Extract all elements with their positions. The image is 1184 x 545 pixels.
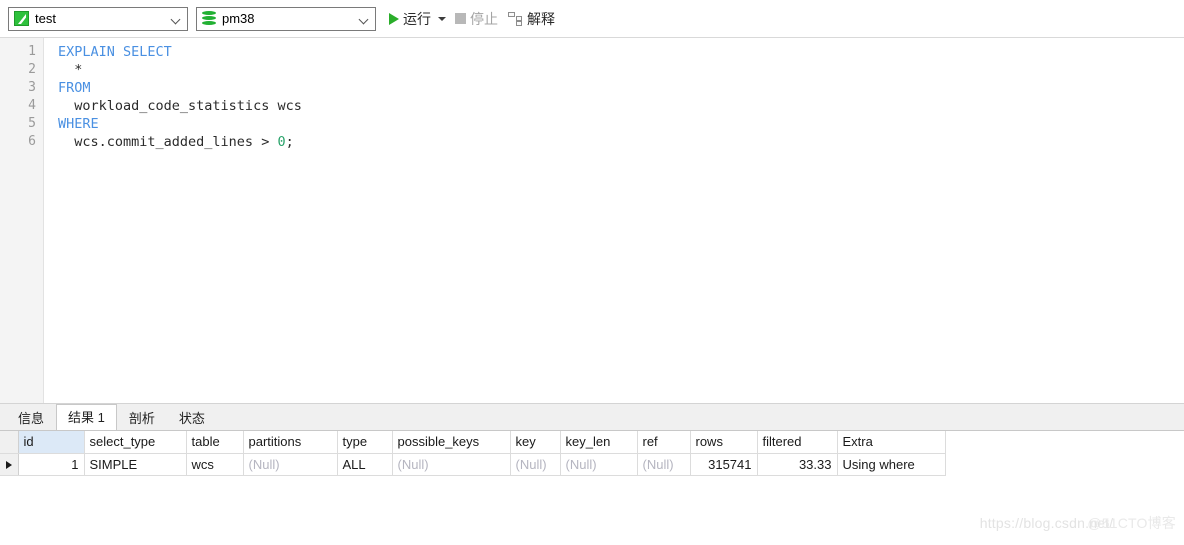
play-arrow-icon [5, 461, 12, 470]
stop-button-label: 停止 [470, 10, 498, 27]
column-header-rows[interactable]: rows [690, 431, 758, 454]
watermark: https://blog.csdn.net/@51CTO博客 [980, 513, 1176, 533]
schema-select-value: test [35, 11, 56, 26]
column-header-key[interactable]: key [510, 431, 561, 454]
tab-active[interactable]: 结果 1 [56, 404, 117, 430]
code-line: wcs.commit_added_lines > 0; [58, 133, 1184, 151]
cell-key_len[interactable]: (Null) [560, 453, 638, 476]
column-header-table[interactable]: table [186, 431, 244, 454]
column-header-partitions[interactable]: partitions [243, 431, 338, 454]
run-button[interactable]: 运行 [384, 7, 436, 31]
explain-icon [508, 11, 523, 26]
line-number: 5 [28, 116, 36, 131]
column-header-Extra[interactable]: Extra [837, 431, 946, 454]
column-header-ref[interactable]: ref [637, 431, 691, 454]
database-select[interactable]: pm38 [196, 6, 376, 31]
cell-type[interactable]: ALL [337, 453, 393, 476]
cell-id[interactable]: 1 [18, 453, 85, 476]
column-header-filtered[interactable]: filtered [757, 431, 838, 454]
stop-icon [455, 13, 466, 24]
cell-possible_keys[interactable]: (Null) [392, 453, 511, 476]
cell-ref[interactable]: (Null) [637, 453, 691, 476]
column-header-select_type[interactable]: select_type [84, 431, 187, 454]
line-number-gutter: 1 2 3 4 5 6 [0, 38, 44, 403]
cell-select_type[interactable]: SIMPLE [84, 453, 187, 476]
line-number: 3 [28, 80, 36, 95]
line-number: 6 [28, 134, 36, 149]
result-grid[interactable]: id select_type table partitions type possible… [0, 430, 1184, 476]
column-header-id[interactable]: id [18, 431, 85, 454]
code-line: FROM [58, 79, 1184, 97]
run-dropdown-arrow-icon[interactable] [438, 16, 446, 21]
line-number: 2 [28, 62, 36, 77]
toolbar: test pm38 运行 停止 解释 [0, 0, 1184, 38]
code-line: * [58, 61, 1184, 79]
code-token: WHERE [58, 116, 99, 132]
database-icon [202, 11, 216, 26]
cell-filtered[interactable]: 33.33 [757, 453, 838, 476]
run-button-label: 运行 [403, 10, 431, 27]
code-line: WHERE [58, 115, 1184, 133]
code-token: wcs.commit_added_lines > [58, 134, 278, 150]
code-token: EXPLAIN [58, 44, 115, 60]
play-icon [389, 12, 399, 25]
code-token: * [58, 62, 83, 78]
database-select-value: pm38 [222, 11, 255, 26]
tab-item[interactable]: 信息 [6, 406, 56, 430]
current-row-arrow-icon [0, 453, 19, 476]
code-token: ; [285, 134, 294, 150]
cell-table[interactable]: wcs [186, 453, 244, 476]
code-line: workload_code_statistics wcs [58, 97, 1184, 115]
column-header-possible_keys[interactable]: possible_keys [392, 431, 511, 454]
explain-button[interactable]: 解释 [503, 7, 560, 31]
explain-result-table: id select_type table partitions type possible… [0, 431, 946, 476]
result-tab-strip: 信息 结果 1 剖析 状态 [0, 403, 1184, 430]
chevron-down-icon [359, 13, 371, 25]
tab-item[interactable]: 状态 [167, 406, 217, 430]
column-header-type[interactable]: type [337, 431, 393, 454]
table-row[interactable]: 1 SIMPLE wcs (Null) ALL (Null) (Null) (Null) (Nu… [0, 453, 946, 476]
code-token: 0 [277, 134, 286, 150]
tab-item[interactable]: 剖析 [117, 406, 167, 430]
cell-Extra[interactable]: Using where [837, 453, 946, 476]
column-header-key_len[interactable]: key_len [560, 431, 638, 454]
code-line: EXPLAIN SELECT [58, 43, 1184, 61]
cell-rows[interactable]: 315741 [690, 453, 758, 476]
code-token: SELECT [123, 44, 172, 60]
line-number: 4 [28, 98, 36, 113]
cell-key[interactable]: (Null) [510, 453, 561, 476]
green-sheet-icon [14, 11, 29, 26]
chevron-down-icon [171, 13, 183, 25]
row-marker-header [0, 431, 19, 454]
sql-code-area[interactable]: EXPLAIN SELECT * FROM workload_code_stati… [44, 38, 1184, 403]
explain-button-label: 解释 [527, 10, 555, 27]
watermark-brand: @51CTO博客 [1087, 515, 1176, 531]
code-token: FROM [58, 80, 91, 96]
line-number: 1 [28, 44, 36, 59]
stop-button[interactable]: 停止 [450, 7, 503, 31]
cell-partitions[interactable]: (Null) [243, 453, 338, 476]
code-token: workload_code_statistics wcs [58, 98, 302, 114]
schema-select[interactable]: test [8, 6, 188, 31]
sql-editor[interactable]: 1 2 3 4 5 6 EXPLAIN SELECT * FROM workload_cod… [0, 38, 1184, 403]
table-header-row: id select_type table partitions type possible… [0, 431, 946, 454]
